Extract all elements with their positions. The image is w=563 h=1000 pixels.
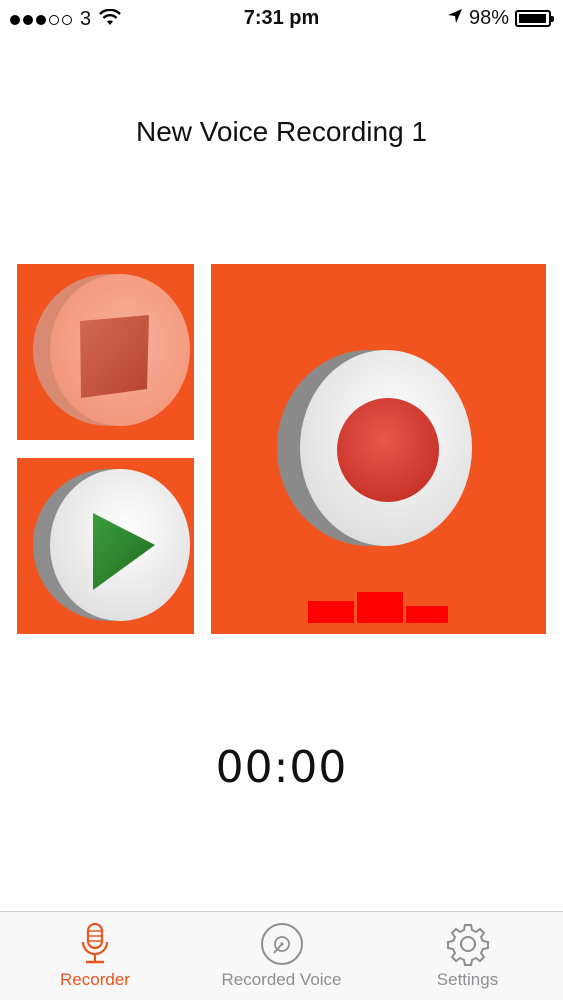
disc-icon [260,923,303,965]
record-button[interactable] [211,264,546,634]
microphone-icon [81,922,109,964]
battery-percent: 98% [468,7,509,29]
location-arrow-icon [447,8,463,29]
tab-recorded-voice[interactable]: Recorded Voice [200,912,363,1000]
tab-label: Recorder [60,970,130,989]
status-right: 98% [447,7,554,30]
play-button[interactable] [17,458,194,634]
battery-icon [515,10,554,27]
status-bar: 3 7:31 pm 98% [0,0,563,40]
stop-icon [33,274,190,426]
tab-settings[interactable]: Settings [410,912,525,1000]
level-meter-icon [308,592,448,623]
recording-timer: 00:00 [215,742,348,793]
tab-recorder[interactable]: Recorder [30,912,160,1000]
stop-button[interactable] [17,264,194,440]
recording-title: New Voice Recording 1 [135,116,428,147]
gear-icon [446,924,489,966]
tab-label: Recorded Voice [221,970,342,989]
tab-label: Settings [436,970,499,989]
record-icon [277,350,472,623]
play-icon [33,469,190,621]
tab-bar: Recorder Recorded Voice Settings [0,911,563,1000]
